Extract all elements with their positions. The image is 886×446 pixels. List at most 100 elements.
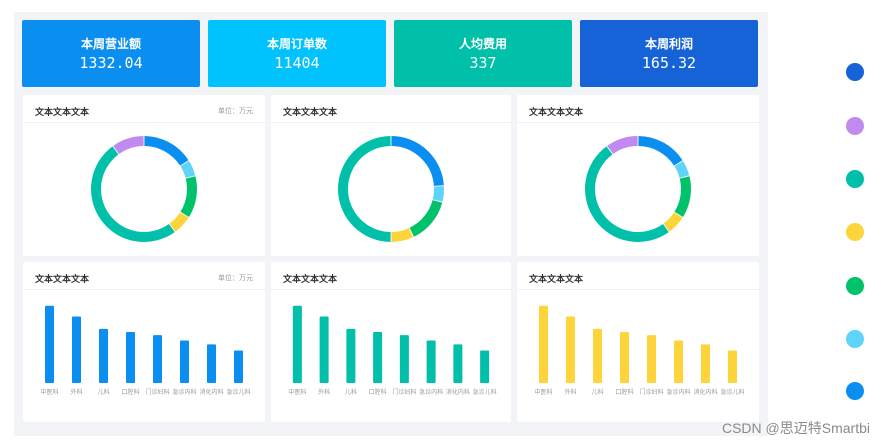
unit-label: 单位：万元 <box>218 107 253 115</box>
donut-slice <box>674 161 690 179</box>
x-tick-label: 门诊妇科 <box>145 388 169 396</box>
card-title: 文本文本文本 <box>35 275 90 285</box>
x-tick-label: 消化内科 <box>693 388 717 396</box>
x-tick-label: 中医科 <box>288 388 306 396</box>
x-tick-label: 外科 <box>70 388 82 396</box>
bar <box>480 350 490 383</box>
donut-slice <box>144 136 189 166</box>
bar <box>180 340 189 383</box>
palette-swatch-blue <box>846 382 864 400</box>
donut-chart <box>585 136 691 242</box>
bar <box>426 340 436 383</box>
x-tick-label: 急诊儿科 <box>226 388 250 396</box>
bar <box>647 335 656 383</box>
bar <box>701 344 710 383</box>
x-tick-label: 口腔科 <box>369 388 387 396</box>
palette-swatch-dark-blue <box>846 63 864 81</box>
x-tick-label: 门诊妇科 <box>392 388 416 396</box>
donut-chart-card: 文本文本文本 单位：万元 <box>23 95 265 256</box>
kpi-card-avg-cost: 人均费用 337 <box>394 20 572 87</box>
palette-swatch-light-blue <box>846 330 864 348</box>
kpi-value: 337 <box>469 54 497 72</box>
bar <box>319 316 329 383</box>
bar <box>99 328 108 383</box>
x-tick-label: 儿科 <box>591 388 603 396</box>
x-tick-label: 急诊内科 <box>666 388 690 396</box>
donut-slice <box>638 136 683 166</box>
x-tick-label: 中医科 <box>534 388 552 396</box>
kpi-title: 本周订单数 <box>266 37 327 51</box>
bar <box>399 335 409 383</box>
kpi-card-weekly-orders: 本周订单数 11404 <box>208 20 386 87</box>
card-title: 文本文本文本 <box>529 108 584 118</box>
bar <box>593 328 602 383</box>
x-tick-label: 外科 <box>318 388 330 396</box>
x-tick-label: 儿科 <box>345 388 357 396</box>
bar <box>453 344 463 383</box>
kpi-value: 11404 <box>274 54 320 72</box>
unit-label: 单位：万元 <box>218 274 253 282</box>
bar-chart-card: 文本文本文本 中医科 外科 儿科 口腔科 门诊妇科 急诊内科 消化内科 急诊儿科 <box>271 262 511 422</box>
kpi-title: 人均费用 <box>458 37 507 51</box>
donut-chart <box>91 136 197 242</box>
donut-slice <box>169 212 189 232</box>
donut-slice <box>674 176 691 217</box>
bar <box>620 332 629 383</box>
bar-chart: 中医科 外科 儿科 口腔科 门诊妇科 急诊内科 消化内科 急诊儿科 <box>534 305 745 396</box>
x-tick-label: 门诊妇科 <box>639 388 663 396</box>
donut-slice <box>391 227 414 242</box>
bar <box>207 344 216 383</box>
bar <box>566 316 575 383</box>
kpi-card-weekly-profit: 本周利润 165.32 <box>580 20 758 87</box>
kpi-card-weekly-revenue: 本周营业额 1332.04 <box>22 20 200 87</box>
x-tick-label: 急诊儿科 <box>473 388 497 396</box>
donut-slice <box>91 146 175 242</box>
x-tick-label: 急诊内科 <box>172 388 196 396</box>
bar-chart: 中医科 外科 儿科 口腔科 门诊妇科 急诊内科 消化内科 急诊儿科 <box>288 305 497 396</box>
x-tick-label: 口腔科 <box>121 388 139 396</box>
kpi-value: 1332.04 <box>79 54 143 72</box>
bar <box>728 350 737 383</box>
donut-slice <box>113 136 144 155</box>
donut-slice <box>663 212 683 232</box>
x-tick-label: 急诊儿科 <box>720 388 744 396</box>
x-tick-label: 中医科 <box>40 388 58 396</box>
bar <box>674 340 683 383</box>
donut-slice <box>391 136 444 187</box>
card-title: 文本文本文本 <box>35 108 90 118</box>
donut-slice <box>432 186 444 202</box>
card-title: 文本文本文本 <box>283 275 338 285</box>
palette-swatch-green <box>846 277 864 295</box>
watermark: CSDN @思迈特Smartbi <box>721 420 870 436</box>
bar-chart-card: 文本文本文本 中医科 外科 儿科 口腔科 门诊妇科 急诊内科 消化内科 急诊儿科 <box>517 262 759 422</box>
bar <box>72 316 81 383</box>
card-title: 文本文本文本 <box>529 275 584 285</box>
donut-slice <box>180 161 196 179</box>
bar <box>234 350 243 383</box>
donut-chart-card: 文本文本文本 <box>517 95 759 256</box>
bar <box>292 305 302 383</box>
donut-chart-card: 文本文本文本 <box>271 95 511 256</box>
bar <box>346 328 356 383</box>
x-tick-label: 消化内科 <box>446 388 470 396</box>
bar <box>126 332 135 383</box>
kpi-title: 本周营业额 <box>80 37 141 51</box>
kpi-value: 165.32 <box>641 54 697 72</box>
palette-swatch-yellow <box>846 223 864 241</box>
palette-swatch-purple <box>846 117 864 135</box>
donut-slice <box>409 199 443 237</box>
x-tick-label: 消化内科 <box>199 388 223 396</box>
dashboard-panel: 本周营业额 1332.04 本周订单数 11404 人均费用 337 本周利润 … <box>14 12 768 436</box>
bar-chart: 中医科 外科 儿科 口腔科 门诊妇科 急诊内科 消化内科 急诊儿科 <box>40 305 251 396</box>
x-tick-label: 儿科 <box>97 388 109 396</box>
x-tick-label: 急诊内科 <box>419 388 443 396</box>
x-tick-label: 外科 <box>564 388 576 396</box>
kpi-title: 本周利润 <box>644 37 693 51</box>
bar-chart-card: 文本文本文本 单位：万元 中医科 外科 儿科 口腔科 门诊妇科 急诊内科 消化内科 急诊儿科 <box>23 262 265 422</box>
donut-chart <box>338 136 444 242</box>
donut-slice <box>585 146 669 242</box>
bar <box>539 305 548 383</box>
bar <box>373 332 383 383</box>
palette-swatch-teal <box>846 170 864 188</box>
donut-slice <box>180 176 197 217</box>
